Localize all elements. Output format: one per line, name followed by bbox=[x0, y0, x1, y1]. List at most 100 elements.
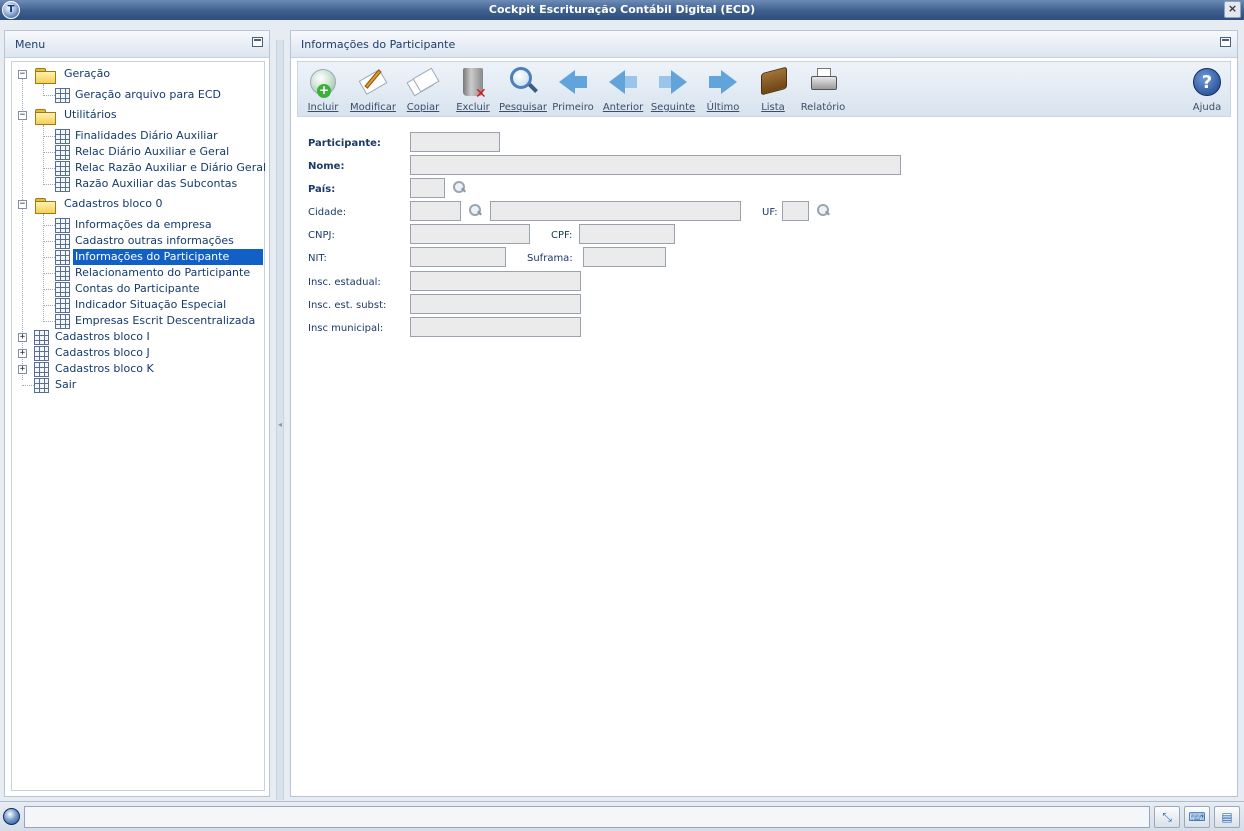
menu-item-geracao-arquivo[interactable]: Geração arquivo para ECD bbox=[73, 87, 223, 103]
cidade-code-field[interactable] bbox=[410, 201, 461, 221]
lista-button[interactable]: Lista bbox=[748, 64, 798, 116]
tree-connector bbox=[43, 95, 55, 96]
tree-connector bbox=[43, 152, 55, 153]
tree-connector bbox=[43, 125, 44, 185]
menu-item-informacoes-participante[interactable]: Informações do Participante bbox=[73, 249, 263, 265]
menu-header: Menu bbox=[5, 31, 269, 58]
pais-lookup-search-icon[interactable] bbox=[453, 181, 465, 193]
window-title: Cockpit Escrituração Contábil Digital (E… bbox=[488, 3, 756, 16]
grid-icon bbox=[34, 362, 49, 377]
menu-item-cadastros-bloco-i[interactable]: Cadastros bloco I bbox=[53, 329, 152, 345]
tree-connector bbox=[22, 385, 34, 386]
seguinte-button[interactable]: Seguinte bbox=[648, 64, 698, 116]
trash-icon: ✕ bbox=[457, 66, 489, 102]
folder-open-icon bbox=[34, 67, 56, 84]
grid-icon bbox=[55, 298, 70, 313]
participante-field[interactable] bbox=[410, 132, 500, 152]
menu-item-informacoes-empresa[interactable]: Informações da empresa bbox=[73, 217, 214, 233]
menu-item-utilitarios[interactable]: Utilitários bbox=[62, 107, 119, 123]
keyboard-icon[interactable]: ⌨ bbox=[1184, 806, 1210, 828]
uf-field[interactable] bbox=[782, 201, 809, 221]
uf-lookup-search-icon[interactable] bbox=[817, 204, 829, 216]
menu-item-empresas-escrit[interactable]: Empresas Escrit Descentralizada bbox=[73, 313, 257, 329]
insc-municipal-field[interactable] bbox=[410, 317, 581, 337]
menu-item-contas-participante[interactable]: Contas do Participante bbox=[73, 281, 202, 297]
nit-field[interactable] bbox=[410, 247, 506, 267]
main-area: Menu − Geração Geração arquivo para ECD … bbox=[0, 20, 1244, 801]
menu-item-relacionamento[interactable]: Relacionamento do Participante bbox=[73, 265, 252, 281]
window-titlebar: T Cockpit Escrituração Contábil Digital … bbox=[0, 0, 1244, 20]
grid-icon bbox=[34, 346, 49, 361]
cnpj-field[interactable] bbox=[410, 224, 530, 244]
menu-item-relac-diario[interactable]: Relac Diário Auxiliar e Geral bbox=[73, 144, 231, 160]
relatorio-button[interactable]: Relatório bbox=[798, 64, 848, 116]
content-minimize-button[interactable] bbox=[1220, 37, 1231, 47]
tree-connector bbox=[43, 241, 55, 242]
suframa-field[interactable] bbox=[583, 247, 666, 267]
excluir-button[interactable]: ✕ Excluir bbox=[448, 64, 498, 116]
tree-connector bbox=[43, 168, 55, 169]
cidade-name-field[interactable] bbox=[490, 201, 741, 221]
grid-icon bbox=[55, 234, 70, 249]
pais-field[interactable] bbox=[410, 178, 445, 198]
menu-item-geracao[interactable]: Geração bbox=[62, 66, 112, 82]
expander-cadastros-bloco-k[interactable]: + bbox=[18, 365, 27, 374]
ultimo-button[interactable]: Último bbox=[698, 64, 748, 116]
app-logo-icon bbox=[3, 808, 20, 825]
incluir-button[interactable]: + Incluir bbox=[298, 64, 348, 116]
message-icon[interactable]: ▤ bbox=[1214, 806, 1240, 828]
nit-label: NIT: bbox=[308, 253, 327, 264]
previous-arrow-icon bbox=[607, 66, 639, 98]
menu-title: Menu bbox=[15, 38, 46, 51]
insc-estadual-field[interactable] bbox=[410, 271, 581, 291]
next-arrow-icon bbox=[657, 66, 689, 98]
menu-minimize-button[interactable] bbox=[252, 37, 263, 47]
expander-cadastros-bloco-i[interactable]: + bbox=[18, 333, 27, 342]
menu-tree: − Geração Geração arquivo para ECD − Uti… bbox=[11, 61, 268, 791]
resize-arrows-icon[interactable]: ⤡ bbox=[1154, 806, 1180, 828]
printer-icon bbox=[807, 66, 839, 98]
cidade-lookup-search-icon[interactable] bbox=[469, 204, 481, 216]
cpf-field[interactable] bbox=[579, 224, 675, 244]
tree-connector bbox=[43, 225, 55, 226]
anterior-button[interactable]: Anterior bbox=[598, 64, 648, 116]
tree-connector bbox=[43, 136, 55, 137]
menu-item-indicador-situacao[interactable]: Indicador Situação Especial bbox=[73, 297, 228, 313]
grid-icon bbox=[55, 161, 70, 176]
grid-icon bbox=[55, 145, 70, 160]
tree-connector bbox=[43, 184, 55, 185]
expander-geracao[interactable]: − bbox=[18, 70, 27, 79]
help-icon: ? bbox=[1191, 66, 1223, 98]
insc-est-subst-field[interactable] bbox=[410, 294, 581, 314]
tree-connector bbox=[43, 321, 55, 322]
primeiro-button[interactable]: Primeiro bbox=[548, 64, 598, 116]
close-button[interactable]: × bbox=[1224, 1, 1241, 18]
uf-label: UF: bbox=[762, 207, 778, 218]
ajuda-button[interactable]: ? Ajuda bbox=[1182, 64, 1232, 116]
copiar-button[interactable]: Copiar bbox=[398, 64, 448, 116]
menu-item-cadastros-bloco-j[interactable]: Cadastros bloco J bbox=[53, 345, 152, 361]
menu-item-finalidades[interactable]: Finalidades Diário Auxiliar bbox=[73, 128, 220, 144]
menu-item-razao-subcontas[interactable]: Razão Auxiliar das Subcontas bbox=[73, 176, 239, 192]
menu-item-cadastro-outras[interactable]: Cadastro outras informações bbox=[73, 233, 236, 249]
add-document-icon: + bbox=[307, 66, 339, 98]
modificar-button[interactable]: Modificar bbox=[348, 64, 398, 116]
folder-open-icon bbox=[34, 108, 56, 125]
content-title: Informações do Participante bbox=[301, 38, 456, 51]
pesquisar-button[interactable]: Pesquisar bbox=[498, 64, 548, 116]
grid-icon bbox=[55, 218, 70, 233]
expander-cadastros-bloco-0[interactable]: − bbox=[18, 200, 27, 209]
folder-open-icon bbox=[34, 197, 56, 214]
menu-item-cadastros-bloco-0[interactable]: Cadastros bloco 0 bbox=[62, 196, 164, 212]
grid-icon bbox=[55, 88, 70, 103]
nome-field[interactable] bbox=[410, 155, 901, 175]
tree-connector bbox=[43, 305, 55, 306]
menu-item-relac-razao[interactable]: Relac Razão Auxiliar e Diário Geral bbox=[73, 160, 268, 176]
menu-item-cadastros-bloco-k[interactable]: Cadastros bloco K bbox=[53, 361, 156, 377]
panel-splitter[interactable]: ◂ bbox=[276, 40, 284, 800]
expander-utilitarios[interactable]: − bbox=[18, 111, 27, 120]
expander-cadastros-bloco-j[interactable]: + bbox=[18, 349, 27, 358]
book-icon bbox=[757, 66, 789, 98]
menu-item-sair[interactable]: Sair bbox=[53, 377, 78, 393]
first-arrow-icon bbox=[557, 66, 589, 98]
